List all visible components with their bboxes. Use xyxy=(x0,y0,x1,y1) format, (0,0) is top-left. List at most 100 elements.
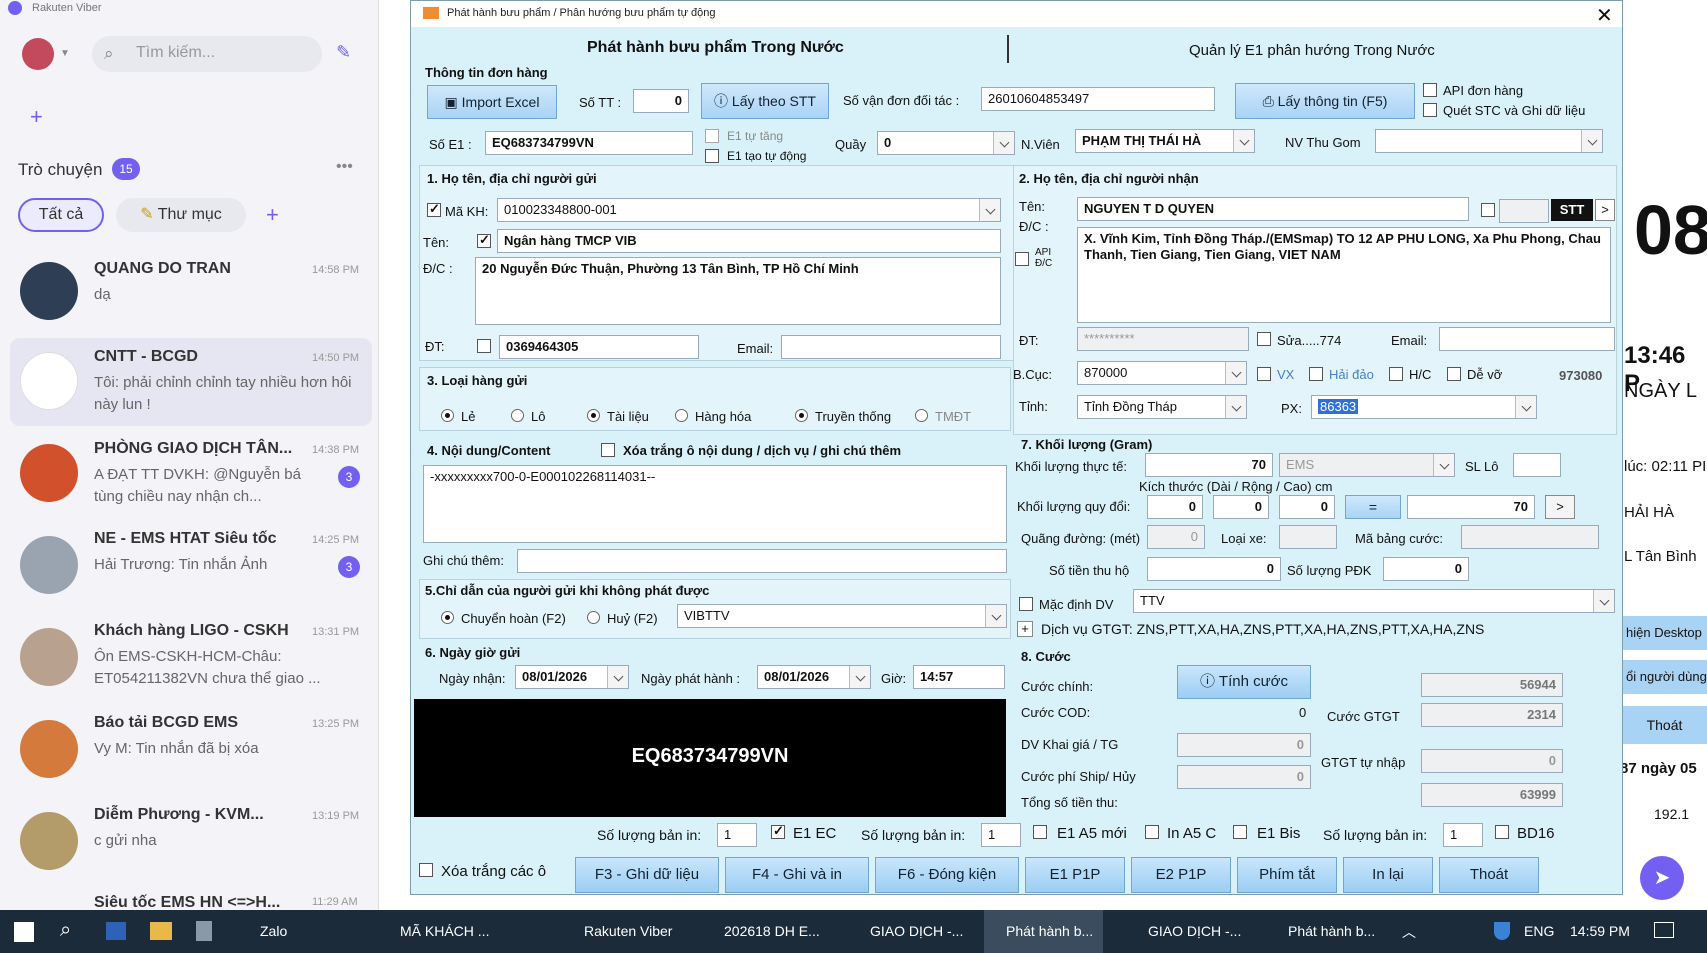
px-select[interactable]: 86363 xyxy=(1311,395,1537,419)
more-icon[interactable]: ••• xyxy=(336,158,353,176)
list-item[interactable]: Siêu tốc EMS HN <=>H... 11:29 AM xyxy=(10,888,372,910)
sender-dc-textarea[interactable]: 20 Nguyễn Đức Thuận, Phường 13 Tân Bình,… xyxy=(475,257,1001,325)
chevron-down-icon[interactable]: ▼ xyxy=(60,48,70,59)
taskbar-item-zalo[interactable]: Zalo xyxy=(260,910,287,953)
tab-quan-ly[interactable]: Quản lý E1 phân hướng Trong Nước xyxy=(1189,42,1435,59)
add-filter-icon[interactable]: + xyxy=(266,202,279,228)
huy-radio[interactable] xyxy=(587,611,600,624)
filter-all-button[interactable]: Tất cả xyxy=(18,198,104,232)
lo-radio[interactable] xyxy=(511,409,524,422)
ship-huy-input[interactable]: 0 xyxy=(1177,765,1311,789)
nvien-select[interactable]: PHẠM THỊ THÁI HÀ xyxy=(1075,129,1255,153)
cuoc-chinh-input[interactable]: 56944 xyxy=(1421,673,1563,697)
taskbar-item-ma-khach[interactable]: MÃ KHÁCH ... xyxy=(400,910,489,953)
de-vo-checkbox[interactable] xyxy=(1447,367,1461,381)
chi-dan-select[interactable]: VIBTTV xyxy=(677,604,1007,628)
next-arrow-icon[interactable]: > xyxy=(1595,199,1615,221)
ems-icon[interactable] xyxy=(106,922,126,940)
f3-ghi-du-lieu-button[interactable]: F3 - Ghi dữ liệu xyxy=(575,857,719,893)
ghi-chu-input[interactable] xyxy=(517,549,1007,573)
folder-icon[interactable] xyxy=(150,922,172,940)
tab-phat-hanh[interactable]: Phát hành bưu phẩm Trong Nước xyxy=(587,39,844,57)
e1ec-checkbox[interactable] xyxy=(771,823,785,839)
taskbar-item-viber[interactable]: Rakuten Viber xyxy=(584,910,672,953)
taskbar-item-excel[interactable]: 202618 DH E... xyxy=(724,910,820,953)
dv-khai-gia-input[interactable]: 0 xyxy=(1177,733,1311,757)
switch-user-button[interactable]: ổi người dùng xyxy=(1622,660,1707,694)
api-dc-checkbox[interactable] xyxy=(1015,252,1029,266)
windows-start-icon[interactable] xyxy=(14,922,34,942)
cuoc-gtgt-input[interactable]: 2314 xyxy=(1421,703,1563,727)
e1a5-checkbox[interactable] xyxy=(1033,825,1047,839)
exit-button[interactable]: Thoát xyxy=(1622,706,1707,744)
kl-quy-doi-input[interactable]: 70 xyxy=(1407,495,1535,519)
my-avatar[interactable] xyxy=(22,38,54,70)
equals-button[interactable]: = xyxy=(1345,495,1401,519)
ngay-nhan-picker[interactable]: 08/01/2026 xyxy=(515,665,629,689)
sender-dt-input[interactable]: 0369464305 xyxy=(499,335,699,359)
bcuc-select[interactable]: 870000 xyxy=(1077,361,1247,385)
in-lai-button[interactable]: In lại xyxy=(1343,857,1433,893)
e1-tu-tang-checkbox[interactable] xyxy=(705,129,719,143)
ngay-phat-picker[interactable]: 08/01/2026 xyxy=(757,665,871,689)
thu-ho-input[interactable]: 0 xyxy=(1147,557,1281,581)
clock[interactable]: 14:59 PM xyxy=(1570,910,1630,953)
hang-hoa-radio[interactable] xyxy=(675,409,688,422)
language-indicator[interactable]: ENG xyxy=(1524,910,1554,953)
list-item[interactable]: NE - EMS HTAT Siêu tốc 14:25 PM Hải Trươ… xyxy=(10,522,372,610)
taskbar-item-giao-dich-2[interactable]: GIAO DỊCH -... xyxy=(1148,910,1241,953)
mac-dinh-dv-checkbox[interactable] xyxy=(1019,597,1033,611)
import-excel-button[interactable]: ▣ Import Excel xyxy=(427,85,557,119)
truyen-thong-radio[interactable] xyxy=(795,409,808,422)
so-van-don-input[interactable]: 26010604853497 xyxy=(981,87,1215,111)
ma-kh-checkbox[interactable] xyxy=(427,201,441,217)
receiver-email-input[interactable] xyxy=(1439,327,1615,351)
quay-select[interactable]: 0 xyxy=(877,131,1015,155)
ma-kh-select[interactable]: 010023348800-001 xyxy=(497,198,1001,222)
close-icon[interactable]: ✕ xyxy=(1596,3,1613,28)
dv-select[interactable]: TTV xyxy=(1133,589,1615,613)
chuyen-hoan-radio[interactable] xyxy=(441,611,454,624)
desktop-button[interactable]: hiện Desktop xyxy=(1622,616,1707,650)
hc-checkbox[interactable] xyxy=(1389,367,1403,381)
tinh-select[interactable]: Tỉnh Đồng Tháp xyxy=(1077,395,1247,419)
service-select[interactable]: EMS xyxy=(1279,453,1455,477)
receiver-ten-input[interactable]: NGUYEN T D QUYEN xyxy=(1077,197,1469,221)
taskbar-item-giao-dich[interactable]: GIAO DỊCH -... xyxy=(870,910,963,953)
receiver-dc-textarea[interactable]: X. Vĩnh Kim, Tỉnh Đồng Tháp./(EMSmap) TO… xyxy=(1077,227,1611,323)
gio-input[interactable]: 14:57 xyxy=(913,665,1005,689)
content-textarea[interactable]: -xxxxxxxxx700-0-E000102268114031-- xyxy=(423,465,1007,543)
send-icon[interactable]: ➤ xyxy=(1640,856,1684,900)
rong-input[interactable]: 0 xyxy=(1213,495,1269,519)
qty2-stepper[interactable]: 1 xyxy=(981,823,1021,847)
dai-input[interactable]: 0 xyxy=(1147,495,1203,519)
lay-theo-stt-button[interactable]: ⓘ Lấy theo STT xyxy=(701,83,829,119)
compose-icon[interactable]: ✎ xyxy=(336,42,351,63)
chevron-up-icon[interactable]: ︿ xyxy=(1402,922,1416,942)
expand-gtgt-icon[interactable]: + xyxy=(1017,621,1033,637)
tai-lieu-radio[interactable] xyxy=(587,409,600,422)
qty3-stepper[interactable]: 1 xyxy=(1443,823,1483,847)
le-radio[interactable] xyxy=(441,409,454,422)
gtgt-tu-nhap-input[interactable]: 0 xyxy=(1421,749,1563,773)
list-item[interactable]: Khách hàng LIGO - CSKH 13:31 PM Ôn EMS-C… xyxy=(10,614,372,702)
so-luong-pdk-input[interactable]: 0 xyxy=(1383,557,1469,581)
e1bis-checkbox[interactable] xyxy=(1233,825,1247,839)
receiver-stt-input[interactable] xyxy=(1499,199,1549,223)
phim-tat-button[interactable]: Phím tắt xyxy=(1237,857,1337,893)
sender-dt-checkbox[interactable] xyxy=(477,339,491,353)
quet-stc-checkbox[interactable] xyxy=(1423,103,1437,117)
xoa-trang-cac-o-checkbox[interactable] xyxy=(419,863,433,877)
qty1-stepper[interactable]: 1 xyxy=(717,823,757,847)
list-item[interactable]: PHÒNG GIAO DỊCH TÂN... 14:38 PM A ĐẠT TT… xyxy=(10,430,372,518)
f4-ghi-va-in-button[interactable]: F4 - Ghi và in xyxy=(725,857,869,893)
xoa-trang-noi-dung-checkbox[interactable] xyxy=(601,443,615,457)
bd16-checkbox[interactable] xyxy=(1495,825,1509,839)
quang-duong-input[interactable]: 0 xyxy=(1147,525,1205,549)
list-item[interactable]: CNTT - BCGD 14:50 PM Tôi: phải chỉnh chỉ… xyxy=(10,338,372,426)
api-don-hang-checkbox[interactable] xyxy=(1423,83,1437,97)
notification-icon[interactable] xyxy=(1654,922,1674,938)
sender-ten-input[interactable]: Ngân hàng TMCP VIB xyxy=(497,229,1001,253)
sua-checkbox[interactable] xyxy=(1257,332,1271,346)
calculator-icon[interactable] xyxy=(196,921,212,941)
